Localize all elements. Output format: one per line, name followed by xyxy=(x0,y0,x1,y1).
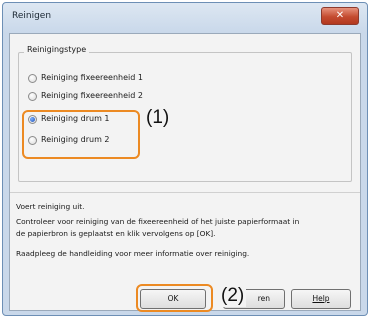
description-line-3: de papierbron is geplaatst en klik vervo… xyxy=(16,229,216,238)
description-line-1: Voert reiniging uit. xyxy=(16,202,85,211)
title-bar: Reinigen ✕ xyxy=(3,3,367,33)
window-title: Reinigen xyxy=(12,11,52,21)
radio-label: Reiniging fixeereenheid 2 xyxy=(41,91,143,100)
group-label: Reinigingstype xyxy=(24,45,90,54)
description-line-2: Controleer voor reiniging van de fixeere… xyxy=(16,217,300,226)
radio-label: Reiniging fixeereenheid 1 xyxy=(41,73,143,82)
ok-highlight xyxy=(136,284,213,312)
selection-highlight xyxy=(22,110,140,159)
close-button[interactable]: ✕ xyxy=(321,7,359,25)
reinigen-dialog: Reinigen ✕ Reinigingstype Reiniging fixe… xyxy=(2,2,368,316)
dialog-body: Reinigingstype Reiniging fixeereenheid 1… xyxy=(9,33,361,311)
radio-icon[interactable] xyxy=(28,92,37,101)
help-button[interactable]: Help xyxy=(291,289,351,309)
radio-icon[interactable] xyxy=(28,74,37,83)
description-line-4: Raadpleeg de handleiding voor meer infor… xyxy=(16,249,250,258)
close-icon: ✕ xyxy=(335,10,345,21)
callout-2: (2) xyxy=(219,285,247,307)
callout-1: (1) xyxy=(146,107,170,128)
divider xyxy=(10,192,360,193)
help-label: Help xyxy=(312,294,330,303)
